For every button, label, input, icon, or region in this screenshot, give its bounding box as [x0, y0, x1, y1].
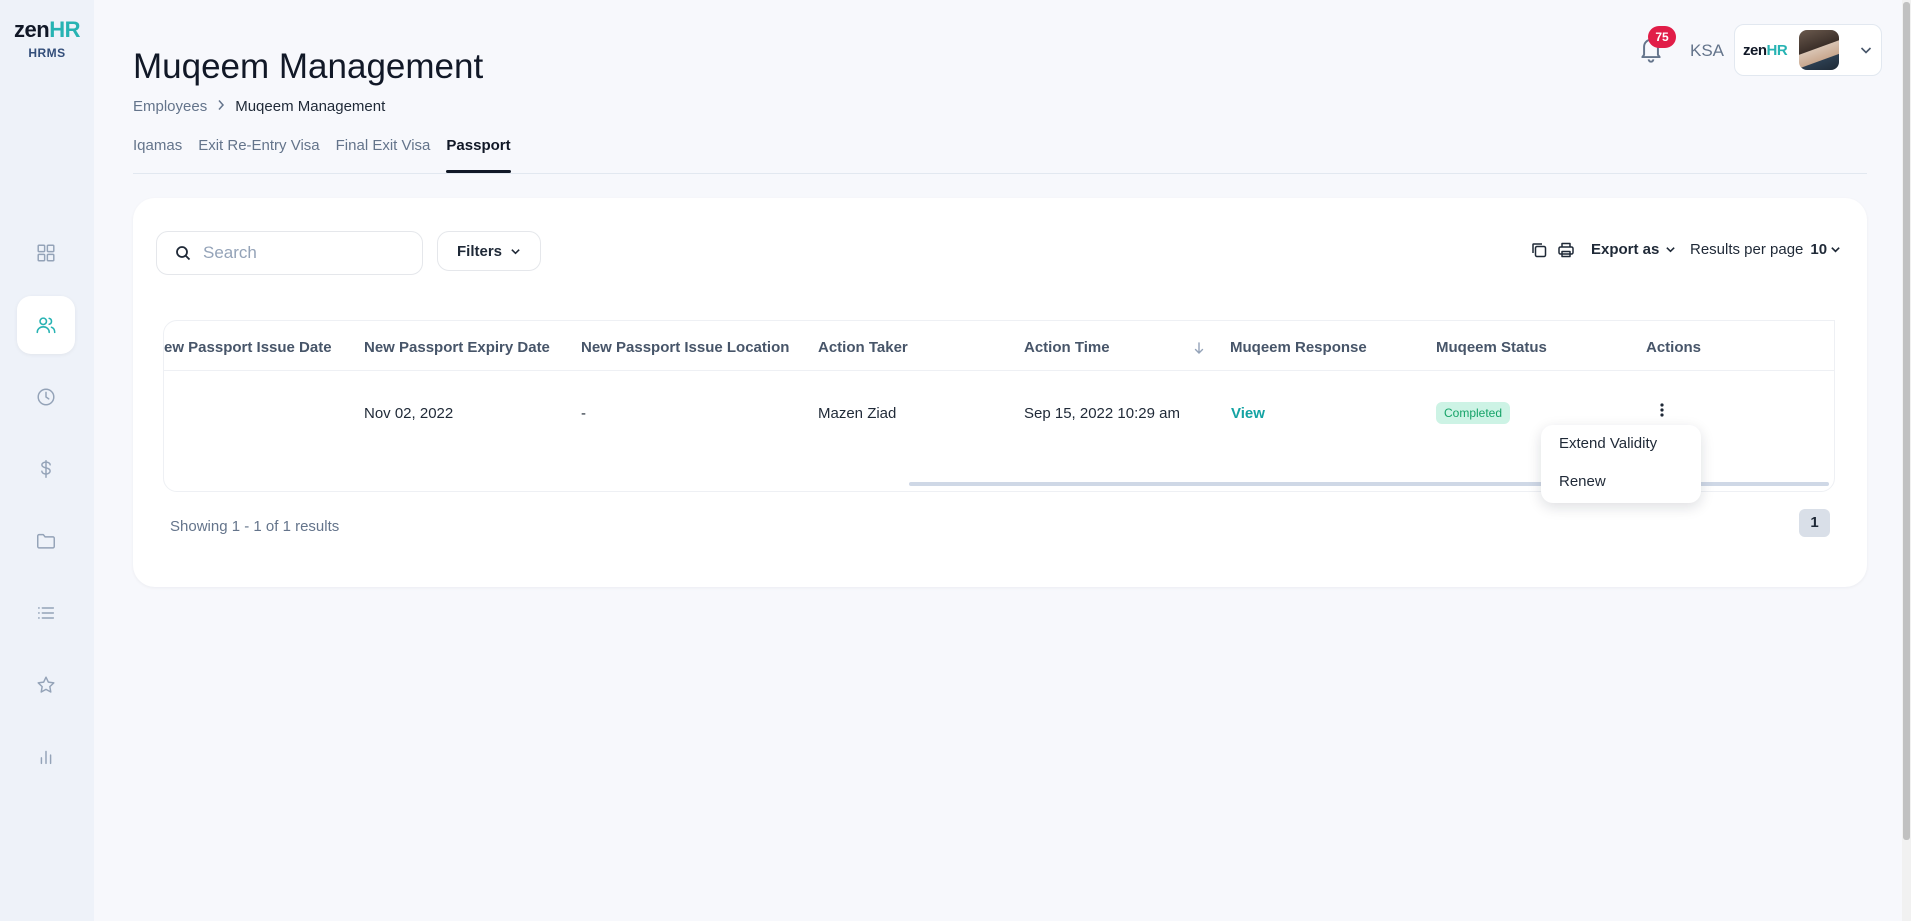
tab-final-exit-visa[interactable]: Final Exit Visa	[336, 136, 431, 174]
sidebar-item-requests[interactable]	[17, 584, 75, 642]
list-icon	[37, 607, 55, 619]
results-per-page: Results per page 10	[1690, 241, 1841, 258]
sidebar: zenHR HRMS	[0, 0, 94, 921]
dollar-icon	[41, 460, 51, 478]
clock-icon	[37, 388, 55, 406]
sidebar-item-documents[interactable]	[17, 512, 75, 570]
cell-action-time: Sep 15, 2022 10:29 am	[1024, 405, 1180, 422]
folder-icon	[37, 533, 55, 549]
chevron-down-icon	[1831, 247, 1840, 253]
column-header-new-passport-issue-date[interactable]: ew Passport Issue Date	[164, 339, 332, 356]
sort-arrow-down-icon[interactable]	[1192, 341, 1206, 355]
breadcrumb-current: Muqeem Management	[235, 98, 386, 115]
row-actions-menu: Extend Validity Renew	[1541, 425, 1701, 503]
zenhr-logo[interactable]: zenHR HRMS	[10, 17, 84, 61]
logo-subtitle: HRMS	[28, 46, 66, 60]
avatar	[1799, 30, 1839, 70]
company-logo: zen HR	[1743, 41, 1788, 59]
users-icon	[36, 317, 56, 334]
tabs-divider	[133, 173, 1867, 174]
view-response-link[interactable]: View	[1231, 405, 1265, 422]
column-header-new-passport-expiry-date[interactable]: New Passport Expiry Date	[364, 339, 550, 356]
sidebar-item-employees[interactable]	[17, 296, 75, 354]
column-header-action-taker[interactable]: Action Taker	[818, 339, 908, 356]
star-icon	[37, 676, 55, 693]
results-per-page-value: 10	[1810, 241, 1828, 258]
tab-bar: Iqamas Exit Re-Entry Visa Final Exit Vis…	[133, 136, 511, 174]
sidebar-item-dashboard[interactable]	[17, 224, 75, 282]
table-header-divider	[164, 370, 1834, 371]
results-per-page-select[interactable]: 10	[1810, 241, 1841, 258]
column-header-action-time[interactable]: Action Time	[1024, 339, 1110, 356]
menu-item-renew[interactable]: Renew	[1541, 473, 1701, 511]
export-label: Export as	[1591, 241, 1660, 258]
notification-count-badge: 75	[1648, 26, 1676, 48]
bar-chart-icon	[40, 750, 52, 765]
search-icon	[176, 246, 191, 261]
results-summary: Showing 1 - 1 of 1 results	[170, 518, 340, 535]
column-header-actions: Actions	[1646, 339, 1702, 356]
logo-word-left: zen	[14, 17, 50, 42]
copy-icon[interactable]	[1530, 241, 1548, 259]
search-input[interactable]	[203, 243, 403, 263]
logo-word-right: HR	[49, 17, 80, 42]
dashboard-icon	[37, 244, 55, 262]
print-icon[interactable]	[1557, 241, 1575, 259]
cell-issue-location: -	[581, 405, 586, 422]
sidebar-item-performance[interactable]	[17, 656, 75, 714]
column-header-new-passport-issue-location[interactable]: New Passport Issue Location	[581, 339, 789, 356]
filters-button[interactable]: Filters	[437, 231, 541, 271]
chevron-down-icon	[1860, 47, 1872, 54]
tab-iqamas[interactable]: Iqamas	[133, 136, 182, 174]
more-actions-icon[interactable]	[1657, 401, 1667, 419]
cell-expiry-date: Nov 02, 2022	[364, 405, 454, 422]
profile-menu[interactable]: zen HR	[1734, 24, 1882, 76]
page-scrollbar-thumb[interactable]	[1903, 2, 1910, 840]
chevron-right-icon	[217, 99, 225, 114]
sidebar-item-attendance[interactable]	[17, 368, 75, 426]
breadcrumb-employees-link[interactable]: Employees	[133, 98, 207, 115]
tab-passport[interactable]: Passport	[446, 136, 511, 174]
chevron-down-icon	[1666, 247, 1676, 253]
column-header-muqeem-response[interactable]: Muqeem Response	[1230, 339, 1367, 356]
chevron-down-icon	[511, 248, 520, 254]
export-as-dropdown[interactable]: Export as	[1591, 241, 1676, 258]
menu-item-extend-validity[interactable]: Extend Validity	[1541, 435, 1701, 473]
search-box[interactable]	[156, 231, 423, 275]
status-badge: Completed	[1436, 402, 1511, 424]
breadcrumb: Employees Muqeem Management	[133, 98, 385, 115]
sidebar-item-payroll[interactable]	[17, 440, 75, 498]
column-header-muqeem-status[interactable]: Muqeem Status	[1436, 339, 1547, 356]
filters-label: Filters	[456, 242, 502, 260]
page-title: Muqeem Management	[133, 47, 484, 86]
tab-exit-re-entry-visa[interactable]: Exit Re-Entry Visa	[198, 136, 319, 174]
cell-action-taker: Mazen Ziad	[818, 405, 897, 422]
region-label[interactable]: KSA	[1690, 41, 1724, 61]
sidebar-item-reports[interactable]	[17, 728, 75, 786]
page-1-button[interactable]: 1	[1799, 509, 1830, 537]
results-per-page-label: Results per page	[1690, 241, 1804, 258]
